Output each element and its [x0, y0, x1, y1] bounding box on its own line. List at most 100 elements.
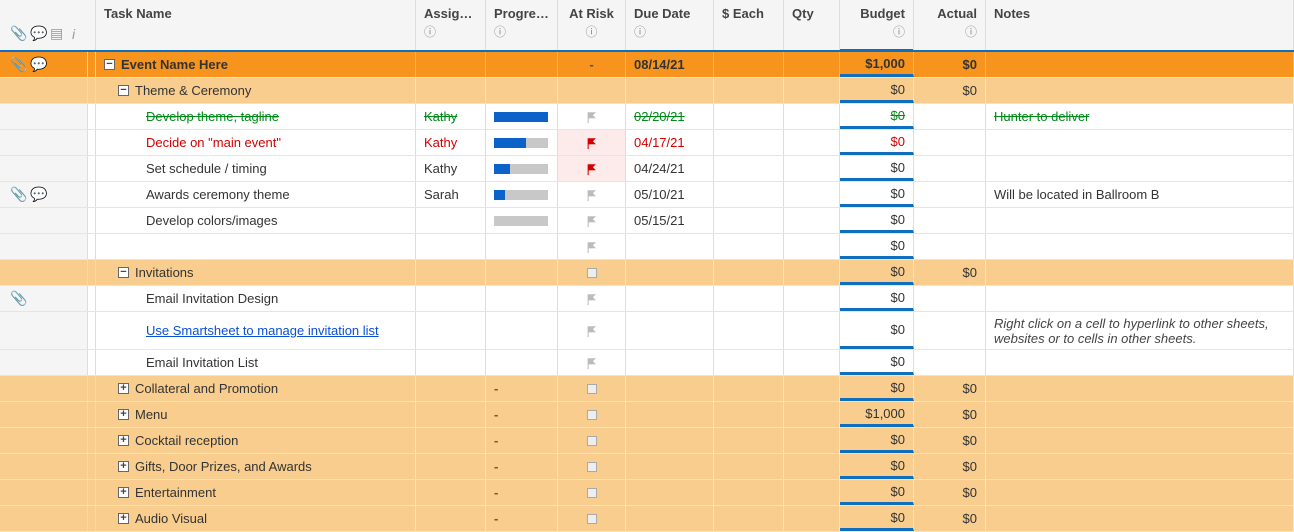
cell-qty[interactable]	[784, 260, 840, 285]
expand-icon[interactable]: +	[118, 513, 129, 524]
attachment-icon[interactable]: 📎	[10, 186, 24, 203]
cell-each[interactable]	[714, 454, 784, 479]
cell-each[interactable]	[714, 104, 784, 129]
cell-atrisk[interactable]	[558, 402, 626, 427]
cell-duedate[interactable]	[626, 312, 714, 349]
collapse-icon[interactable]: −	[104, 59, 115, 70]
cell-task[interactable]: −Invitations	[96, 260, 416, 285]
cell-each[interactable]	[714, 312, 784, 349]
cell-assign[interactable]	[416, 52, 486, 77]
cell-notes[interactable]	[986, 130, 1294, 155]
cell-task[interactable]: Develop theme, tagline	[96, 104, 416, 129]
cell-actual[interactable]: $0	[914, 376, 986, 401]
cell-actual[interactable]: $0	[914, 454, 986, 479]
cell-atrisk[interactable]	[558, 286, 626, 311]
cell-progress[interactable]	[486, 52, 558, 77]
cell-actual[interactable]	[914, 350, 986, 375]
expand-icon[interactable]: +	[118, 487, 129, 498]
cell-qty[interactable]	[784, 130, 840, 155]
cell-atrisk[interactable]	[558, 234, 626, 259]
cell-duedate[interactable]	[626, 286, 714, 311]
attachment-icon[interactable]: 📎	[10, 56, 24, 73]
cell-assign[interactable]	[416, 350, 486, 375]
cell-each[interactable]	[714, 156, 784, 181]
column-header-assign[interactable]: Assign… ⓘ	[416, 0, 486, 50]
cell-atrisk[interactable]	[558, 78, 626, 103]
cell-progress[interactable]: -	[486, 402, 558, 427]
cell-notes[interactable]: Hunter to deliver	[986, 104, 1294, 129]
cell-actual[interactable]	[914, 130, 986, 155]
table-row[interactable]: +Entertainment-$0$0	[0, 480, 1294, 506]
cell-atrisk[interactable]	[558, 428, 626, 453]
cell-each[interactable]	[714, 350, 784, 375]
cell-budget[interactable]: $0	[840, 428, 914, 453]
cell-progress[interactable]: -	[486, 428, 558, 453]
cell-actual[interactable]	[914, 312, 986, 349]
cell-task[interactable]: Use Smartsheet to manage invitation list	[96, 312, 416, 349]
cell-each[interactable]	[714, 78, 784, 103]
column-header-actual[interactable]: Actual ⓘ	[914, 0, 986, 50]
column-header-task[interactable]: Task Name	[96, 0, 416, 50]
cell-actual[interactable]	[914, 208, 986, 233]
cell-qty[interactable]	[784, 402, 840, 427]
cell-atrisk[interactable]	[558, 376, 626, 401]
cell-actual[interactable]: $0	[914, 480, 986, 505]
cell-atrisk[interactable]	[558, 182, 626, 207]
cell-each[interactable]	[714, 52, 784, 77]
cell-qty[interactable]	[784, 182, 840, 207]
cell-qty[interactable]	[784, 208, 840, 233]
cell-duedate[interactable]	[626, 350, 714, 375]
cell-progress[interactable]: -	[486, 376, 558, 401]
cell-notes[interactable]	[986, 480, 1294, 505]
cell-budget[interactable]: $0	[840, 260, 914, 285]
cell-budget[interactable]: $0	[840, 78, 914, 103]
cell-atrisk[interactable]	[558, 506, 626, 531]
cell-duedate[interactable]	[626, 402, 714, 427]
cell-actual[interactable]	[914, 182, 986, 207]
cell-progress[interactable]	[486, 234, 558, 259]
table-row[interactable]: Develop colors/images05/15/21$0	[0, 208, 1294, 234]
table-row[interactable]: Email Invitation List$0	[0, 350, 1294, 376]
cell-notes[interactable]	[986, 376, 1294, 401]
cell-actual[interactable]: $0	[914, 428, 986, 453]
cell-progress[interactable]	[486, 260, 558, 285]
table-row[interactable]: +Gifts, Door Prizes, and Awards-$0$0	[0, 454, 1294, 480]
cell-qty[interactable]	[784, 376, 840, 401]
cell-qty[interactable]	[784, 156, 840, 181]
cell-actual[interactable]: $0	[914, 402, 986, 427]
cell-qty[interactable]	[784, 78, 840, 103]
cell-duedate[interactable]: 04/17/21	[626, 130, 714, 155]
cell-progress[interactable]	[486, 350, 558, 375]
cell-progress[interactable]: -	[486, 480, 558, 505]
cell-qty[interactable]	[784, 286, 840, 311]
cell-actual[interactable]	[914, 156, 986, 181]
cell-duedate[interactable]	[626, 480, 714, 505]
cell-assign[interactable]	[416, 506, 486, 531]
column-header-qty[interactable]: Qty	[784, 0, 840, 50]
column-header-progress[interactable]: Progre… ⓘ	[486, 0, 558, 50]
cell-each[interactable]	[714, 480, 784, 505]
cell-task[interactable]: +Menu	[96, 402, 416, 427]
cell-assign[interactable]	[416, 480, 486, 505]
cell-qty[interactable]	[784, 454, 840, 479]
cell-task[interactable]: −Theme & Ceremony	[96, 78, 416, 103]
cell-task[interactable]: +Audio Visual	[96, 506, 416, 531]
cell-atrisk[interactable]	[558, 130, 626, 155]
table-row[interactable]: Develop theme, taglineKathy02/20/21$0Hun…	[0, 104, 1294, 130]
cell-budget[interactable]: $1,000	[840, 402, 914, 427]
cell-each[interactable]	[714, 182, 784, 207]
expand-icon[interactable]: +	[118, 409, 129, 420]
cell-duedate[interactable]	[626, 234, 714, 259]
cell-assign[interactable]	[416, 428, 486, 453]
cell-duedate[interactable]: 08/14/21	[626, 52, 714, 77]
cell-each[interactable]	[714, 376, 784, 401]
cell-actual[interactable]: $0	[914, 52, 986, 77]
cell-atrisk[interactable]	[558, 454, 626, 479]
column-header-duedate[interactable]: Due Date ⓘ	[626, 0, 714, 50]
cell-qty[interactable]	[784, 234, 840, 259]
cell-progress[interactable]	[486, 182, 558, 207]
table-row[interactable]: $0	[0, 234, 1294, 260]
cell-budget[interactable]: $0	[840, 286, 914, 311]
cell-notes[interactable]: Right click on a cell to hyperlink to ot…	[986, 312, 1294, 349]
cell-duedate[interactable]: 05/10/21	[626, 182, 714, 207]
